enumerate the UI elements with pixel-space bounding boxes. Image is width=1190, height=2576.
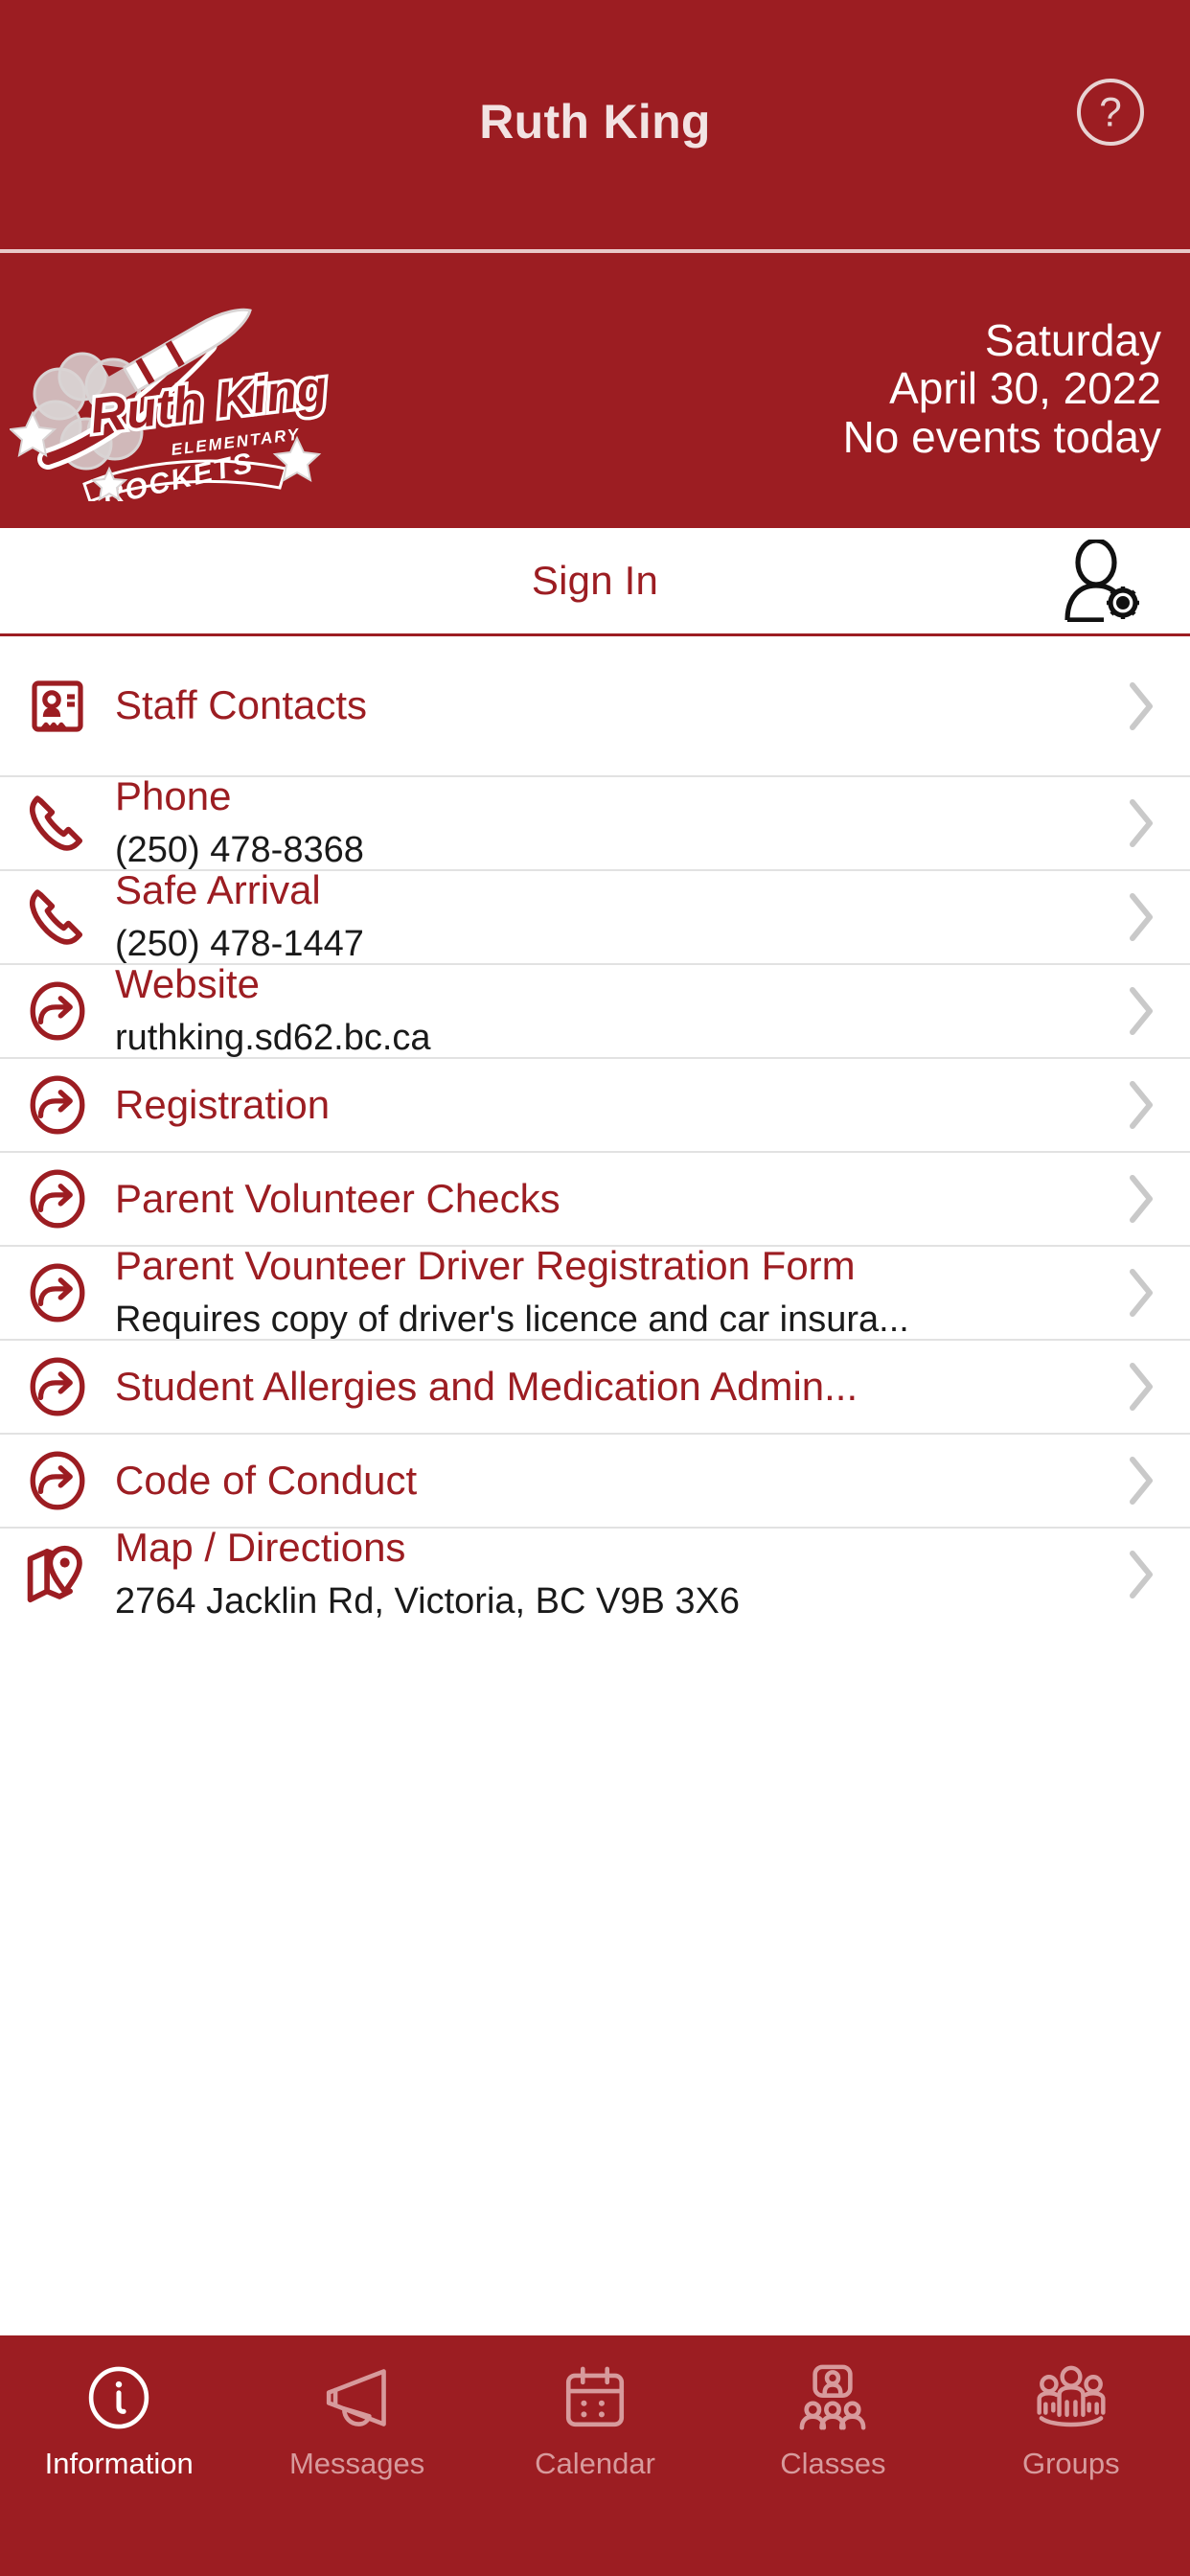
list-item-subtitle: 2764 Jacklin Rd, Victoria, BC V9B 3X6	[115, 1581, 740, 1622]
list-item[interactable]: Student Allergies and Medication Admin..…	[0, 1339, 1190, 1433]
date-info: Saturday April 30, 2022 No events today	[843, 316, 1165, 466]
tab-information[interactable]: Information	[0, 2357, 238, 2478]
list-item[interactable]: Staff Contacts	[0, 636, 1190, 775]
user-settings-icon[interactable]	[1058, 540, 1146, 622]
map-pin-icon	[21, 1538, 94, 1611]
info-circle-icon	[83, 2357, 154, 2439]
groups-icon	[1033, 2357, 1110, 2439]
external-link-icon	[21, 1069, 94, 1141]
phone-icon	[21, 881, 94, 954]
list-item-subtitle: ruthking.sd62.bc.ca	[115, 1018, 431, 1059]
tab-label: Information	[44, 2447, 194, 2480]
list-item[interactable]: Website ruthking.sd62.bc.ca	[0, 961, 1190, 1058]
external-link-icon	[21, 1256, 94, 1329]
information-list: Staff Contacts Phone (250) 478-8368 Safe…	[0, 636, 1190, 2335]
bottom-tab-bar: Information Messages Calendar Classes Gr…	[0, 2335, 1190, 2576]
list-item-title: Registration	[115, 1081, 331, 1127]
external-link-icon	[21, 1444, 94, 1517]
tab-calendar[interactable]: Calendar	[476, 2357, 714, 2478]
list-item-title: Staff Contacts	[115, 682, 368, 728]
signin-bar[interactable]: Sign In	[0, 528, 1190, 636]
chevron-right-icon[interactable]	[1129, 798, 1156, 848]
tab-messages[interactable]: Messages	[238, 2357, 475, 2478]
external-link-icon	[21, 1162, 94, 1235]
list-item[interactable]: Parent Vounteer Driver Registration Form…	[0, 1243, 1190, 1340]
chevron-right-icon[interactable]	[1129, 892, 1156, 942]
list-item[interactable]: Registration	[0, 1057, 1190, 1151]
school-banner: Ruth King ELEMENTARY ROCKETS Saturday Ap…	[0, 253, 1190, 528]
list-item-title: Safe Arrival	[115, 867, 321, 913]
contact-card-icon	[21, 670, 94, 743]
signin-label[interactable]: Sign In	[532, 558, 658, 604]
external-link-icon	[21, 975, 94, 1047]
chevron-right-icon[interactable]	[1129, 1080, 1156, 1130]
phone-icon	[21, 787, 94, 860]
svg-text:?: ?	[1099, 90, 1122, 135]
tab-label: Calendar	[535, 2447, 655, 2480]
list-item-title: Parent Vounteer Driver Registration Form	[115, 1243, 856, 1289]
banner-date: April 30, 2022	[889, 363, 1161, 414]
chevron-right-icon[interactable]	[1129, 1456, 1156, 1506]
tab-label: Classes	[780, 2447, 886, 2480]
list-item-title: Code of Conduct	[115, 1457, 418, 1503]
calendar-icon	[560, 2357, 630, 2439]
tab-classes[interactable]: Classes	[714, 2357, 951, 2478]
page-title: Ruth King	[479, 95, 711, 149]
list-item[interactable]: Phone (250) 478-8368	[0, 773, 1190, 870]
list-item[interactable]: Map / Directions 2764 Jacklin Rd, Victor…	[0, 1525, 1190, 1622]
chevron-right-icon[interactable]	[1129, 1268, 1156, 1318]
external-link-icon	[21, 1350, 94, 1423]
list-item-title: Map / Directions	[115, 1525, 406, 1571]
top-navigation-bar: Ruth King ?	[0, 0, 1190, 249]
list-item[interactable]: Parent Volunteer Checks	[0, 1151, 1190, 1245]
banner-day: Saturday	[984, 314, 1161, 365]
help-circle-icon[interactable]: ?	[1077, 79, 1144, 146]
chevron-right-icon[interactable]	[1129, 986, 1156, 1036]
tab-groups[interactable]: Groups	[952, 2357, 1190, 2478]
megaphone-icon	[320, 2357, 395, 2439]
chevron-right-icon[interactable]	[1129, 1550, 1156, 1599]
app-root: Ruth King ? Ruth King ELEMENTARY ROCKETS…	[0, 0, 1190, 2576]
list-item[interactable]: Safe Arrival (250) 478-1447	[0, 867, 1190, 964]
list-item-title: Phone	[115, 773, 232, 819]
list-item-subtitle: Requires copy of driver's licence and ca…	[115, 1300, 909, 1341]
tab-label: Messages	[288, 2447, 425, 2480]
banner-events: No events today	[842, 411, 1161, 462]
classes-icon	[795, 2357, 870, 2439]
chevron-right-icon[interactable]	[1129, 1174, 1156, 1224]
list-item-title: Student Allergies and Medication Admin..…	[115, 1363, 858, 1409]
tab-label: Groups	[1021, 2447, 1120, 2480]
school-logo: Ruth King ELEMENTARY ROCKETS	[10, 281, 345, 501]
chevron-right-icon[interactable]	[1129, 1362, 1156, 1412]
chevron-right-icon[interactable]	[1129, 681, 1156, 731]
list-item-title: Website	[115, 961, 260, 1007]
list-item[interactable]: Code of Conduct	[0, 1433, 1190, 1527]
list-item-title: Parent Volunteer Checks	[115, 1175, 561, 1221]
